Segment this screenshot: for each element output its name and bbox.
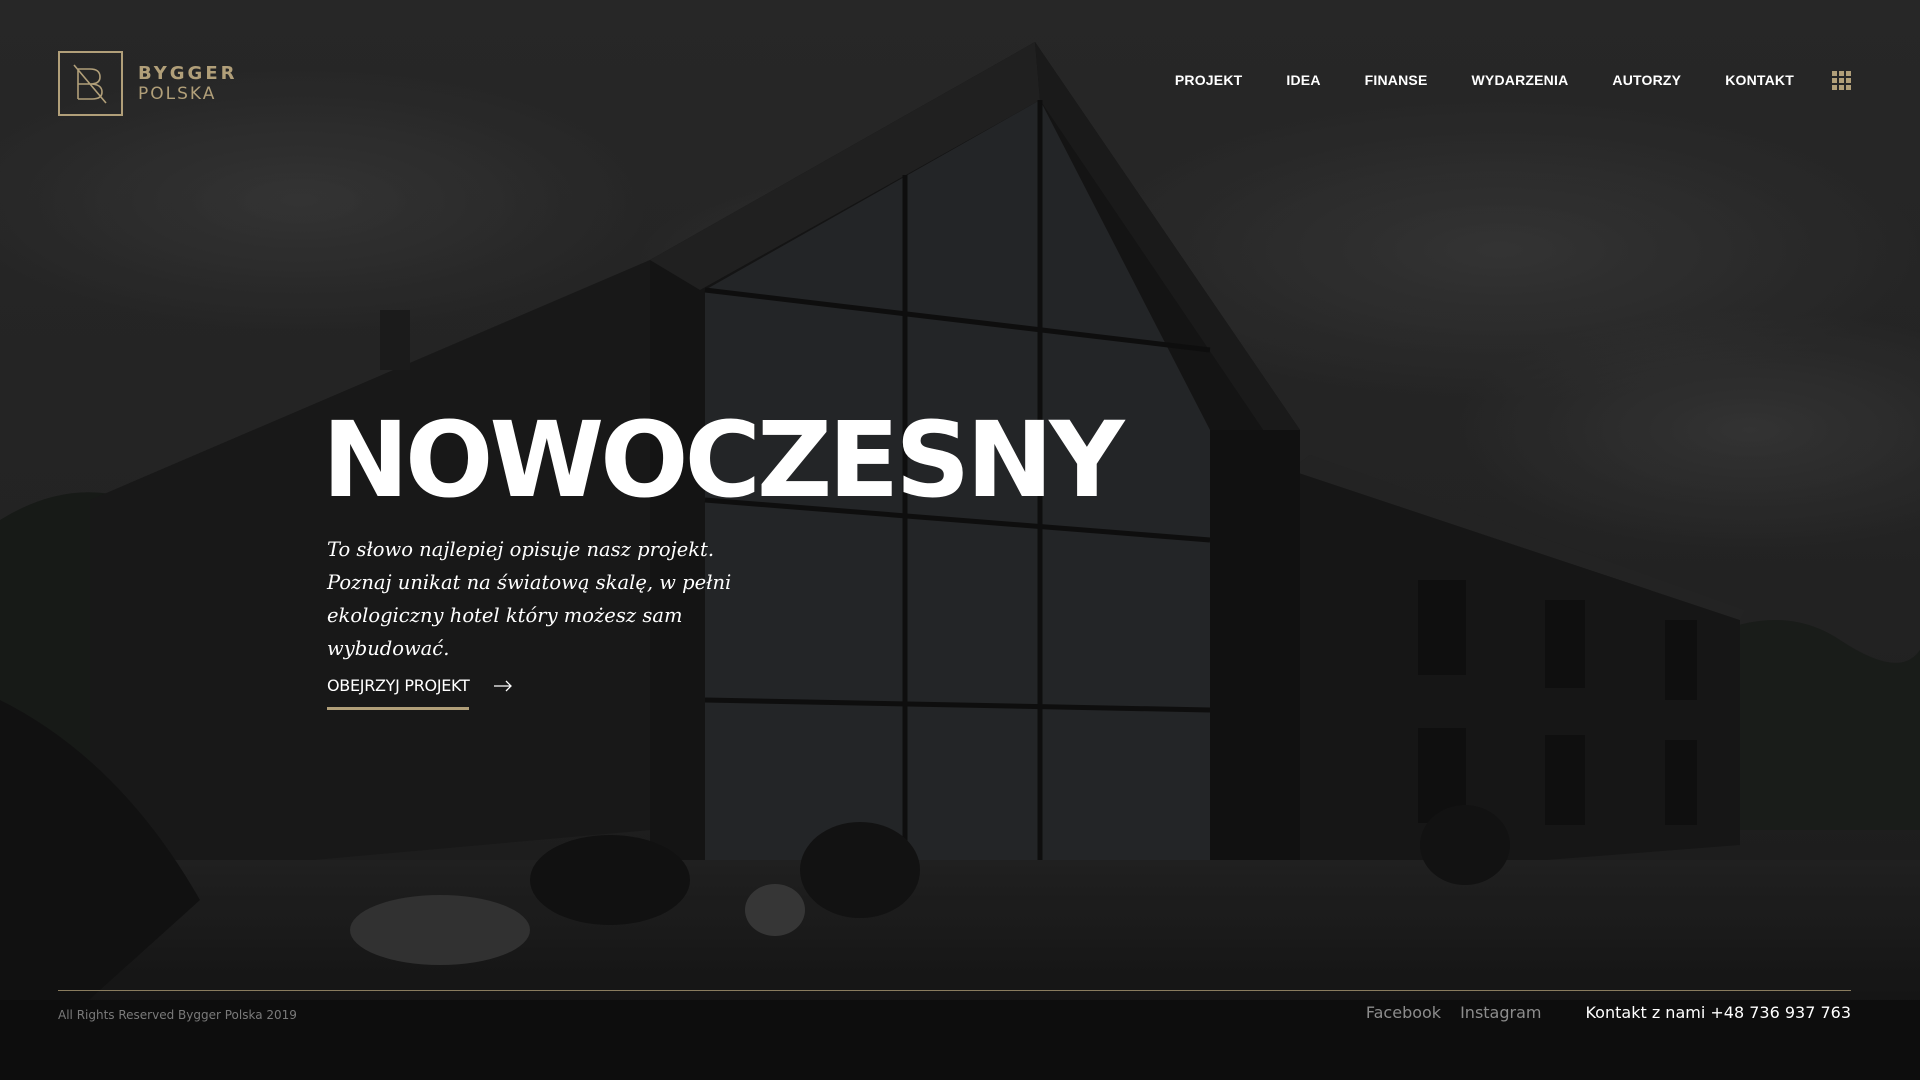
nav-item-projekt[interactable]: PROJEKT [1175,72,1243,88]
instagram-link[interactable]: Instagram [1460,1003,1541,1022]
grid-menu-icon[interactable] [1832,71,1851,90]
brand-name: BYGGER [138,62,238,84]
brand-logo[interactable]: BYGGER POLSKA [58,51,237,116]
view-project-label: OBEJRZYJ PROJEKT [327,676,470,710]
footer-links: Facebook Instagram Kontakt z nami +48 73… [1347,1003,1851,1022]
nav-item-finanse[interactable]: FINANSE [1365,72,1428,88]
copyright-text: All Rights Reserved Bygger Polska 2019 [58,1008,297,1022]
contact-phone[interactable]: Kontakt z nami +48 736 937 763 [1585,1003,1851,1022]
hero-description: To słowo najlepiej opisuje nasz projekt.… [327,538,732,660]
main-nav: PROJEKT IDEA FINANSE WYDARZENIA AUTORZY … [1131,72,1794,88]
nav-item-wydarzenia[interactable]: WYDARZENIA [1472,72,1569,88]
hero-title: NOWOCZESNY [322,399,1125,521]
view-project-button[interactable]: OBEJRZYJ PROJEKT [327,676,513,710]
logo-mark-icon [58,51,123,116]
brand-subname: POLSKA [138,83,217,104]
page: BYGGER POLSKA PROJEKT IDEA FINANSE WYDAR… [0,0,1920,1080]
nav-item-autorzy[interactable]: AUTORZY [1612,72,1681,88]
nav-item-idea[interactable]: IDEA [1286,72,1320,88]
footer-divider [58,990,1851,991]
nav-item-kontakt[interactable]: KONTAKT [1725,72,1794,88]
arrow-right-icon [494,680,513,692]
facebook-link[interactable]: Facebook [1366,1003,1441,1022]
dark-overlay [0,0,1920,1080]
